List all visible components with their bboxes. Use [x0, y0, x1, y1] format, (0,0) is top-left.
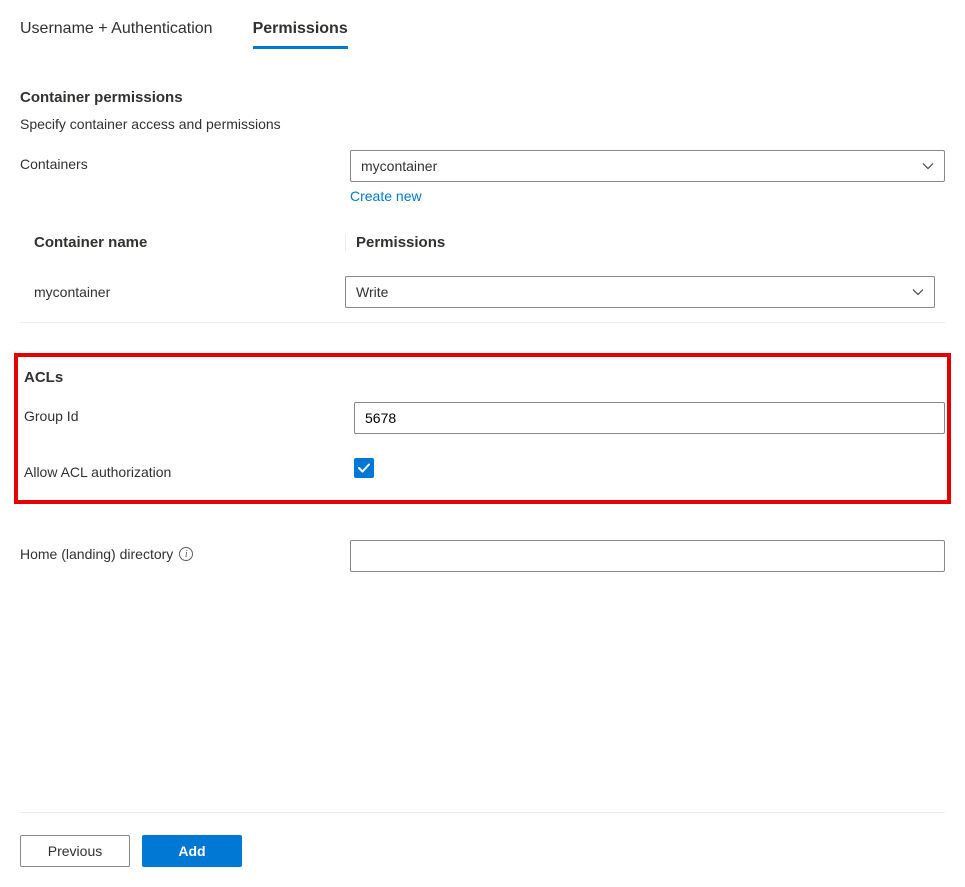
containers-label: Containers: [20, 150, 350, 172]
group-id-label: Group Id: [24, 402, 354, 424]
allow-acl-checkbox[interactable]: [354, 458, 374, 478]
permission-select[interactable]: Write: [345, 276, 935, 308]
containers-select[interactable]: mycontainer: [350, 150, 945, 182]
containers-row: Containers mycontainer Create new: [20, 150, 945, 204]
chevron-down-icon: [922, 160, 934, 172]
permissions-table: Container name Permissions mycontainer W…: [20, 234, 945, 323]
container-permissions-description: Specify container access and permissions: [20, 116, 945, 132]
permission-select-value: Write: [356, 284, 388, 300]
table-cell-container-name: mycontainer: [20, 284, 345, 300]
footer-buttons: Previous Add: [20, 835, 945, 867]
footer-divider: [20, 812, 945, 813]
table-row: mycontainer Write: [20, 264, 945, 323]
home-directory-input[interactable]: [350, 540, 945, 572]
create-new-link[interactable]: Create new: [350, 188, 422, 204]
table-header-name: Container name: [20, 234, 345, 251]
table-header-permissions: Permissions: [345, 234, 945, 251]
tab-bar: Username + Authentication Permissions: [20, 20, 945, 49]
chevron-down-icon: [912, 286, 924, 298]
container-permissions-title: Container permissions: [20, 89, 945, 106]
home-directory-row: Home (landing) directory i: [20, 540, 945, 572]
group-id-input[interactable]: [354, 402, 945, 434]
info-icon[interactable]: i: [179, 547, 193, 561]
acls-title: ACLs: [20, 369, 945, 386]
footer: Previous Add: [20, 812, 945, 867]
allow-acl-row: Allow ACL authorization: [20, 458, 945, 480]
allow-acl-label: Allow ACL authorization: [24, 458, 354, 480]
check-icon: [357, 461, 371, 475]
add-button[interactable]: Add: [142, 835, 242, 867]
previous-button[interactable]: Previous: [20, 835, 130, 867]
containers-select-value: mycontainer: [361, 158, 437, 174]
home-directory-label-text: Home (landing) directory: [20, 546, 173, 562]
acls-highlight-box: ACLs Group Id Allow ACL authorization: [14, 353, 951, 504]
home-directory-label: Home (landing) directory i: [20, 540, 350, 562]
table-header: Container name Permissions: [20, 234, 945, 264]
tab-username-auth[interactable]: Username + Authentication: [20, 20, 213, 49]
tab-permissions[interactable]: Permissions: [253, 20, 348, 49]
group-id-row: Group Id: [20, 402, 945, 434]
